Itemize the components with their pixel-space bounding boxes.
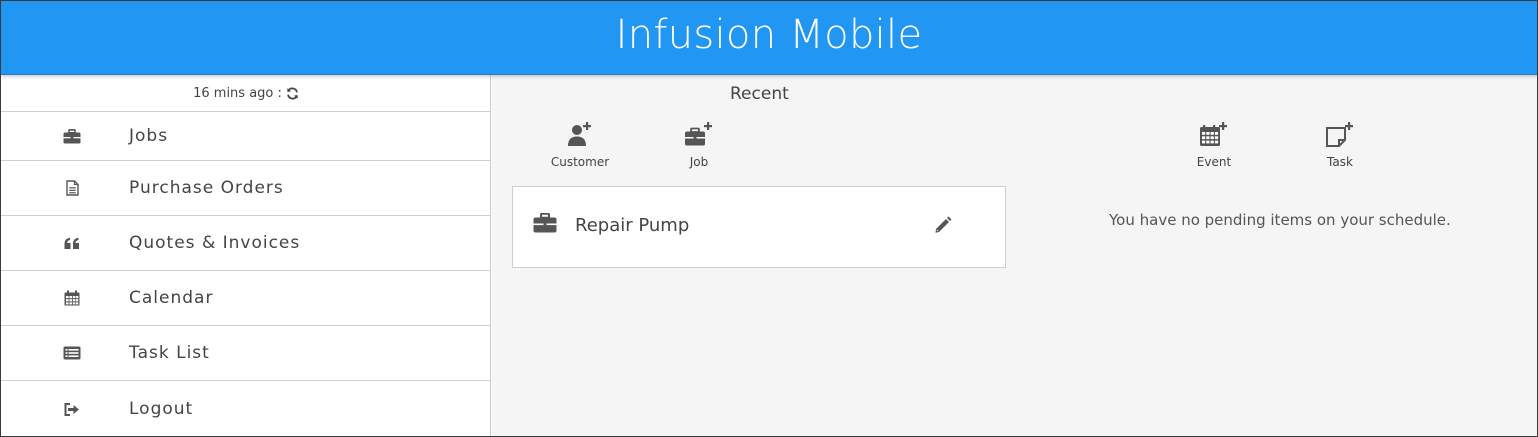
sidebar-item-calendar[interactable]: Calendar bbox=[1, 271, 490, 326]
sync-status: 16 mins ago : bbox=[1, 75, 490, 112]
recent-item-card[interactable]: Repair Pump bbox=[512, 186, 1006, 268]
list-icon bbox=[63, 345, 81, 361]
add-task-button[interactable]: Task bbox=[1300, 122, 1380, 169]
briefcase-icon bbox=[533, 212, 557, 237]
sidebar-item-label: Logout bbox=[129, 399, 194, 419]
add-briefcase-icon bbox=[684, 121, 714, 151]
sidebar-item-logout[interactable]: Logout bbox=[1, 381, 490, 436]
sidebar-item-label: Purchase Orders bbox=[129, 178, 284, 198]
add-note-icon bbox=[1325, 121, 1355, 151]
add-customer-label: Customer bbox=[550, 155, 610, 169]
add-event-button[interactable]: Event bbox=[1174, 122, 1254, 169]
app-window: Infusion Mobile 16 mins ago : Jobs Purch… bbox=[0, 0, 1538, 437]
sidebar-item-jobs[interactable]: Jobs bbox=[1, 112, 490, 161]
schedule-empty-message: You have no pending items on your schedu… bbox=[1109, 211, 1451, 229]
add-event-label: Event bbox=[1196, 155, 1232, 169]
sidebar-item-quotes-invoices[interactable]: Quotes & Invoices bbox=[1, 216, 490, 271]
sidebar-item-purchase-orders[interactable]: Purchase Orders bbox=[1, 161, 490, 216]
file-icon bbox=[63, 180, 81, 196]
sync-status-text: 16 mins ago : bbox=[193, 85, 282, 101]
add-calendar-icon bbox=[1199, 121, 1229, 151]
add-task-label: Task bbox=[1327, 155, 1353, 169]
add-customer-button[interactable]: Customer bbox=[540, 122, 620, 169]
add-user-icon bbox=[567, 121, 593, 151]
calendar-icon bbox=[63, 290, 81, 306]
recent-item-title: Repair Pump bbox=[575, 215, 690, 236]
sign-out-icon bbox=[63, 401, 81, 417]
app-title: Infusion Mobile bbox=[615, 12, 923, 58]
briefcase-icon bbox=[63, 128, 81, 144]
add-job-button[interactable]: Job bbox=[659, 122, 739, 169]
pencil-icon[interactable] bbox=[933, 215, 953, 235]
sidebar-item-label: Quotes & Invoices bbox=[129, 233, 301, 253]
quote-icon bbox=[63, 235, 81, 251]
recent-section-title: Recent bbox=[730, 84, 789, 104]
refresh-icon[interactable] bbox=[286, 86, 300, 100]
main-panel: Recent Customer Job Repair Pump Event Ta… bbox=[492, 75, 1537, 436]
add-job-label: Job bbox=[689, 155, 709, 169]
sidebar-item-label: Jobs bbox=[129, 126, 169, 146]
app-header: Infusion Mobile bbox=[1, 1, 1537, 75]
sidebar-item-label: Calendar bbox=[129, 288, 214, 308]
sidebar-item-task-list[interactable]: Task List bbox=[1, 326, 490, 381]
sidebar-item-label: Task List bbox=[129, 343, 210, 363]
sidebar: 16 mins ago : Jobs Purchase Orders Quote… bbox=[1, 75, 491, 436]
